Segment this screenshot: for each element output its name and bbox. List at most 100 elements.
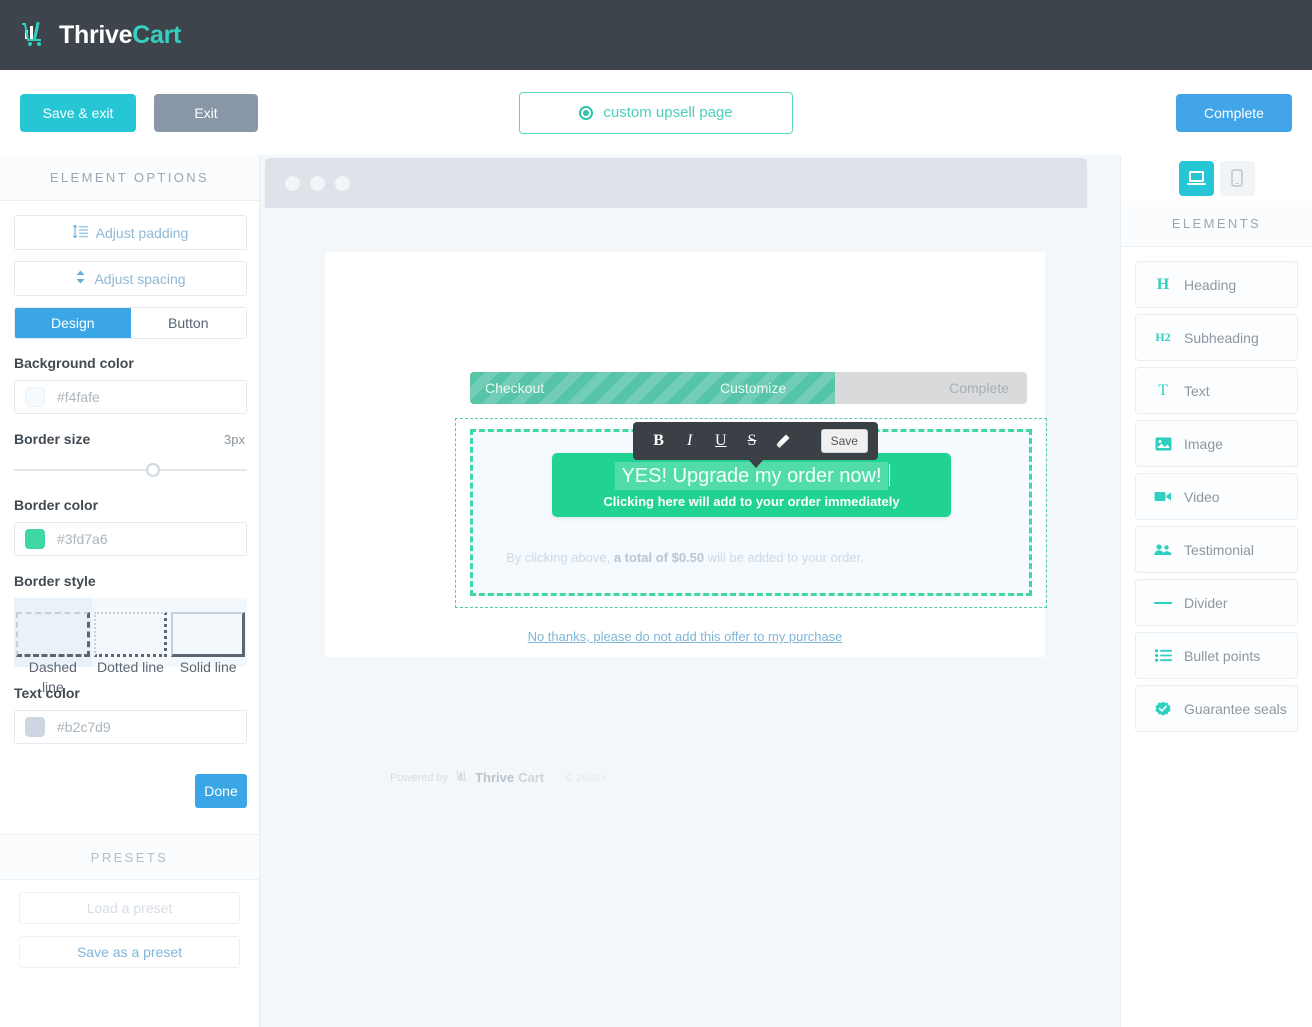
text-color-swatch[interactable]	[25, 717, 45, 737]
done-button[interactable]: Done	[195, 774, 247, 808]
adjust-padding-button[interactable]: Adjust padding	[14, 215, 247, 250]
text-t-icon: T	[1158, 381, 1168, 399]
elements-title: ELEMENTS	[1121, 201, 1312, 247]
underline-button[interactable]: U	[705, 422, 736, 460]
italic-button[interactable]: I	[674, 422, 705, 460]
presets-title: PRESETS	[0, 834, 259, 880]
horizontal-line-icon	[1154, 601, 1172, 605]
border-style-selector: Dashed line Dotted line Solid line	[14, 598, 247, 695]
border-size-slider[interactable]	[14, 461, 247, 479]
text-color-input[interactable]: #b2c7d9	[14, 710, 247, 744]
upsell-page: Checkout Customize Complete YES! Upgrade…	[325, 252, 1047, 785]
desktop-monitor-icon[interactable]	[1178, 160, 1214, 196]
done-row: Done	[14, 774, 247, 808]
tab-design[interactable]: Design	[15, 308, 131, 338]
fineprint-pre: By clicking above,	[506, 550, 614, 565]
powered-by-footer: Powered by Thrive Cart © 2020+	[390, 770, 607, 785]
element-item-video[interactable]: Video	[1135, 473, 1298, 520]
checkout-progress-bar: Checkout Customize Complete	[470, 372, 1027, 404]
decline-offer-link[interactable]: No thanks, please do not add this offer …	[325, 629, 1045, 644]
element-item-heading[interactable]: H Heading	[1135, 261, 1298, 308]
save-preset-button[interactable]: Save as a preset	[19, 936, 240, 968]
heading-h-icon: H	[1156, 275, 1170, 293]
element-item-testimonial[interactable]: Testimonial	[1135, 526, 1298, 573]
elements-panel: ELEMENTS H Heading H2 Subheading T Text	[1120, 155, 1312, 1027]
page-selector-pill[interactable]: custom upsell page	[519, 91, 793, 134]
highlighter-pen-icon[interactable]	[768, 422, 799, 460]
bullet-list-icon	[1154, 649, 1172, 662]
brand-name-part2: Cart	[132, 20, 182, 49]
border-style-dashed[interactable]: Dashed line	[14, 598, 92, 695]
cta-subtext[interactable]: Clicking here will add to your order imm…	[603, 494, 899, 509]
element-item-image[interactable]: Image	[1135, 420, 1298, 467]
dotted-corner-icon	[93, 612, 168, 657]
slider-knob[interactable]	[146, 463, 160, 477]
border-style-solid-label: Solid line	[179, 659, 237, 675]
exit-button[interactable]: Exit	[154, 93, 258, 132]
element-label-video: Video	[1184, 488, 1220, 505]
element-item-text[interactable]: T Text	[1135, 367, 1298, 414]
element-item-divider[interactable]: Divider	[1135, 579, 1298, 626]
padding-lines-icon	[72, 224, 88, 241]
save-format-button[interactable]: Save	[820, 429, 868, 453]
browser-dot-2-icon	[310, 175, 325, 191]
load-preset-button[interactable]: Load a preset	[19, 892, 240, 924]
element-item-bullet-points[interactable]: Bullet points	[1135, 632, 1298, 679]
border-style-label: Border style	[14, 573, 96, 589]
strikethrough-button[interactable]: S	[736, 422, 767, 460]
border-color-label: Border color	[14, 497, 99, 513]
browser-dot-3-icon	[335, 175, 350, 191]
text-format-toolbar: B I U S Save	[633, 422, 878, 468]
border-style-dotted-label: Dotted line	[97, 659, 164, 675]
text-color-value: #b2c7d9	[57, 719, 111, 735]
border-color-value: #3fd7a6	[57, 531, 108, 547]
footer-copyright: © 2020+	[565, 771, 608, 784]
element-label-heading: Heading	[1184, 276, 1237, 293]
background-color-value: #f4fafe	[57, 389, 100, 405]
mobile-phone-icon[interactable]	[1219, 160, 1255, 196]
element-options-panel: ELEMENT OPTIONS Adjust padding Adjust sp…	[0, 155, 260, 1027]
browser-dot-1-icon	[285, 175, 300, 191]
element-label-subheading: Subheading	[1184, 329, 1259, 346]
footer-brand-part2: Cart	[518, 770, 545, 785]
border-color-swatch[interactable]	[25, 529, 45, 549]
progress-step-customize: Customize	[720, 380, 787, 396]
device-toggle-row	[1121, 155, 1312, 201]
border-style-dotted[interactable]: Dotted line	[92, 598, 170, 675]
browser-chrome-mock	[265, 158, 1087, 208]
border-style-solid[interactable]: Solid line	[169, 598, 247, 675]
thrivecart-logo[interactable]: ThriveCart	[20, 21, 181, 50]
main-shell: ELEMENT OPTIONS Adjust padding Adjust sp…	[0, 155, 1312, 1027]
save-and-exit-button[interactable]: Save & exit	[20, 93, 136, 132]
background-color-input[interactable]: #f4fafe	[14, 380, 247, 414]
dashed-corner-icon	[16, 612, 90, 657]
slider-track	[14, 469, 247, 471]
element-label-bullet-points: Bullet points	[1184, 647, 1261, 664]
fineprint-post: will be added to your order.	[704, 550, 864, 565]
element-item-subheading[interactable]: H2 Subheading	[1135, 314, 1298, 361]
element-label-text: Text	[1184, 382, 1210, 399]
element-options-title: ELEMENT OPTIONS	[0, 155, 259, 201]
adjust-spacing-label: Adjust spacing	[94, 270, 186, 287]
element-label-divider: Divider	[1184, 594, 1228, 611]
element-label-image: Image	[1184, 435, 1223, 452]
background-color-label: Background color	[14, 355, 134, 371]
footer-brand-part1: Thrive	[475, 770, 515, 785]
radio-selected-icon	[579, 105, 594, 120]
bold-button[interactable]: B	[643, 422, 674, 460]
adjust-spacing-button[interactable]: Adjust spacing	[14, 261, 247, 296]
border-size-row: Border size 3px	[14, 431, 245, 447]
progress-step-checkout: Checkout	[485, 380, 545, 396]
element-label-testimonial: Testimonial	[1184, 541, 1255, 558]
page-selector-label: custom upsell page	[603, 104, 733, 121]
subheading-h2-icon: H2	[1155, 330, 1171, 344]
complete-button[interactable]: Complete	[1176, 93, 1292, 132]
tab-button[interactable]: Button	[130, 308, 246, 338]
text-color-label: Text color	[14, 685, 80, 701]
border-size-value: 3px	[224, 432, 245, 447]
background-color-swatch[interactable]	[25, 387, 45, 407]
cart-chart-logo-icon	[20, 21, 50, 49]
border-color-input[interactable]: #3fd7a6	[14, 522, 247, 556]
adjust-padding-label: Adjust padding	[95, 224, 189, 241]
element-item-guarantee-seals[interactable]: Guarantee seals	[1135, 685, 1298, 732]
